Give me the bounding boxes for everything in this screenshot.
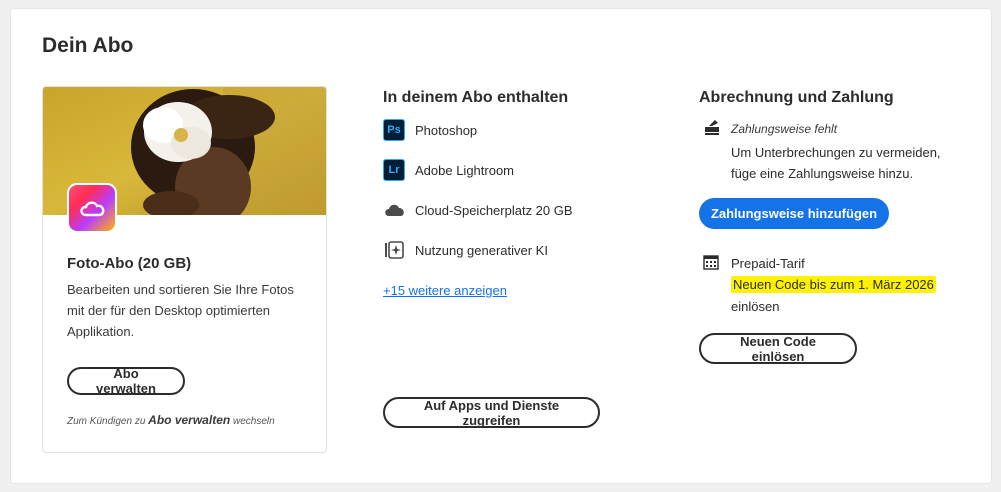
calendar-icon <box>703 254 721 272</box>
access-apps-button[interactable]: Auf Apps und Dienste zugreifen <box>383 397 600 428</box>
included-item-generative-ai: Nutzung generativer KI <box>383 238 548 262</box>
cancel-note: Zum Kündigen zu Abo verwalten wechseln <box>67 413 275 427</box>
redeem-after-text: einlösen <box>731 299 780 314</box>
included-item-label: Cloud-Speicherplatz 20 GB <box>415 202 573 218</box>
plan-card: Foto-Abo (20 GB) Bearbeiten und sortiere… <box>42 86 327 453</box>
billing-heading: Abrechnung und Zahlung <box>699 89 894 106</box>
lightroom-icon: Lr <box>383 159 405 181</box>
included-item-cloud-storage: Cloud-Speicherplatz 20 GB <box>383 198 573 222</box>
plan-description: Bearbeiten und sortieren Sie Ihre Fotos … <box>67 282 294 339</box>
included-item-label: Adobe Lightroom <box>415 162 515 178</box>
plan-name: Foto-Abo (20 GB) <box>67 255 192 272</box>
photoshop-icon: Ps <box>383 119 405 141</box>
prepaid-label: Prepaid-Tarif <box>731 256 805 271</box>
show-more-link[interactable]: +15 weitere anzeigen <box>383 283 507 298</box>
generative-ai-icon <box>383 239 405 261</box>
cancel-manage-link[interactable]: Abo verwalten <box>148 413 230 427</box>
creative-cloud-icon <box>67 183 117 233</box>
manage-plan-button[interactable]: Abo verwalten <box>67 366 185 396</box>
included-item-label: Photoshop <box>415 122 478 138</box>
cloud-icon <box>383 199 405 221</box>
cancel-note-prefix: Zum Kündigen zu <box>67 416 146 427</box>
page-title: Dein Abo <box>42 34 134 57</box>
redeem-deadline-highlight: Neuen Code bis zum 1. März 2026 <box>731 276 936 293</box>
redeem-deadline: Neuen Code bis zum 1. März 2026 <box>731 276 936 293</box>
included-item-photoshop: Ps Photoshop <box>383 118 477 142</box>
included-heading: In deinem Abo enthalten <box>383 89 569 106</box>
included-item-label: Nutzung generativer KI <box>415 242 548 258</box>
cancel-note-suffix: wechseln <box>232 416 275 427</box>
redeem-code-button[interactable]: Neuen Code einlösen <box>699 333 857 364</box>
payment-missing-description: Um Unterbrechungen zu vermeiden, füge ei… <box>731 145 941 181</box>
payment-missing-text: Zahlungsweise fehlt <box>731 122 838 136</box>
payment-missing-icon <box>703 118 721 136</box>
add-payment-button[interactable]: Zahlungsweise hinzufügen <box>699 198 889 229</box>
included-item-lightroom: Lr Adobe Lightroom <box>383 158 514 182</box>
